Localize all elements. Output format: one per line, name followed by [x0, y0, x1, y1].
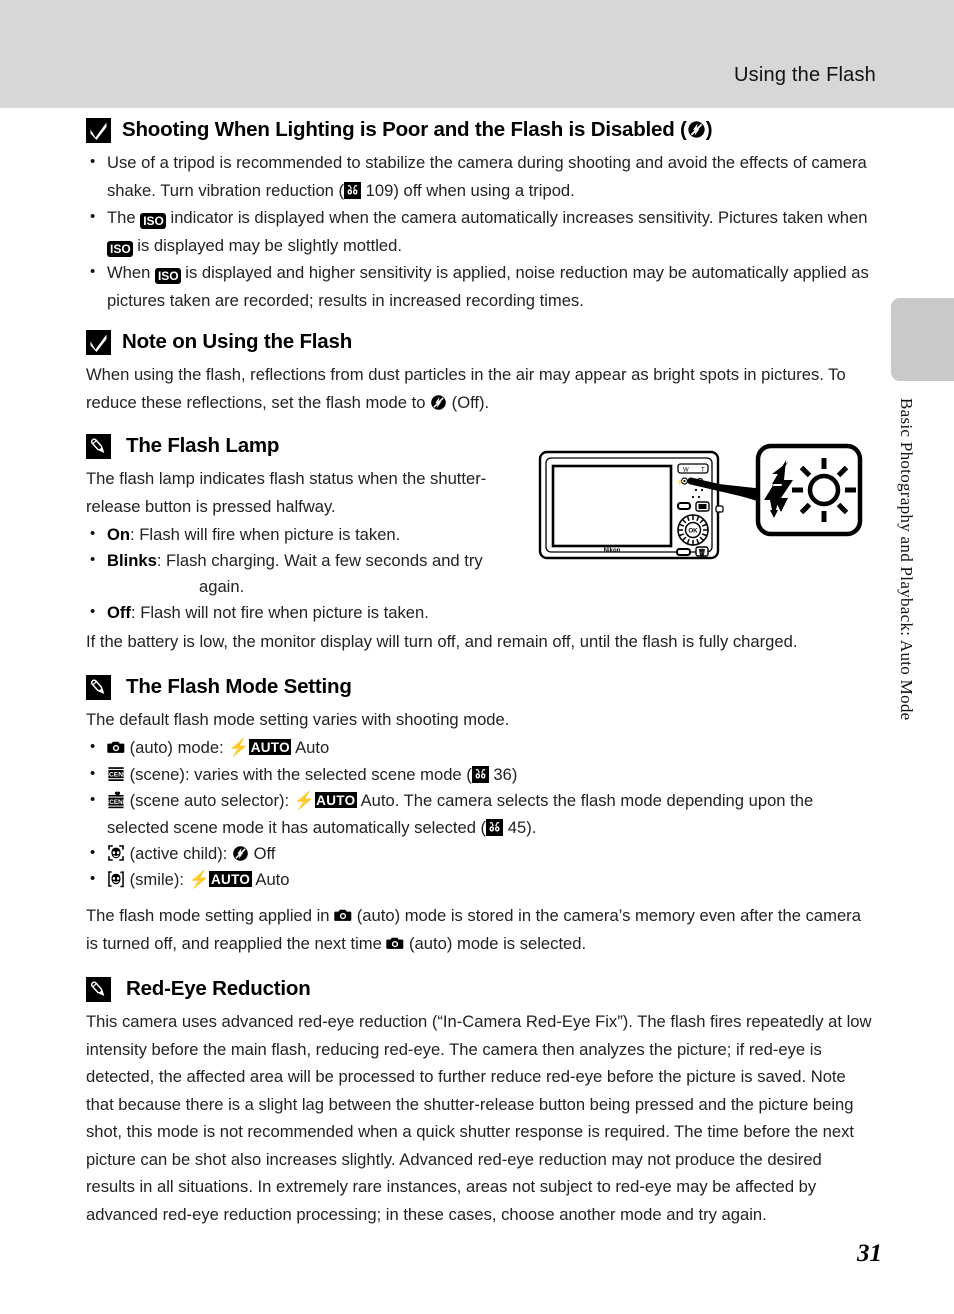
page-content: Shooting When Lighting is Poor and the F… — [86, 118, 872, 1230]
list-item: Off: Flash will not fire when picture is… — [86, 599, 556, 626]
section-1-bullets: Use of a tripod is recommended to stabil… — [86, 148, 872, 314]
list-item: SCENE (scene auto selector): ⚡AUTO Auto.… — [86, 787, 872, 841]
flash-auto-icon: ⚡ AUTO — [293, 791, 357, 810]
section-title: The Flash Lamp — [126, 434, 280, 458]
svg-text:SCENE: SCENE — [107, 772, 125, 779]
list-item: The ISO indicator is displayed when the … — [86, 203, 872, 259]
svg-text:T: T — [701, 468, 705, 474]
scene-auto-selector-icon: SCENE — [105, 791, 128, 810]
flash-lamp-intro: The flash lamp indicates flash status wh… — [86, 469, 487, 516]
flash-mode-intro: The default flash mode setting varies wi… — [86, 709, 510, 729]
flash-mode-list: (auto) mode: ⚡AUTO Auto SCENE (scene): v… — [86, 734, 872, 894]
flash-lamp-status-list: On: Flash will fire when picture is take… — [86, 521, 556, 626]
list-item: (active child): Off — [86, 840, 872, 867]
caution-check-icon — [86, 330, 111, 355]
chapter-tab-label: Basic Photography and Playback: Auto Mod… — [897, 398, 916, 721]
list-item: (smile): ⚡AUTO Auto — [86, 866, 872, 894]
flash-auto-icon: ⚡ AUTO — [228, 738, 292, 757]
page-header-band — [0, 0, 954, 108]
note-pencil-icon — [86, 674, 111, 700]
iso-indicator-icon: ISO — [140, 213, 166, 229]
flash-off-icon — [430, 392, 447, 410]
section-title: Red-Eye Reduction — [126, 977, 311, 1001]
list-item: (auto) mode: ⚡AUTO Auto — [86, 734, 872, 762]
red-eye-paragraph: This camera uses advanced red-eye reduct… — [86, 1012, 872, 1224]
chapter-tab-marker — [891, 298, 954, 381]
page-title: Using the Flash — [734, 64, 876, 86]
flash-lamp-outro: If the battery is low, the monitor displ… — [86, 632, 798, 651]
iso-indicator-icon: ISO — [107, 240, 133, 257]
section-heading-red-eye-reduction: Red-Eye Reduction — [86, 977, 872, 1002]
list-item: When ISO is displayed and higher sensiti… — [86, 258, 872, 314]
brand-label: Nikon — [604, 548, 621, 554]
flash-off-icon — [232, 844, 249, 861]
svg-text:OK: OK — [688, 528, 698, 535]
flash-lamp-callout — [755, 443, 863, 537]
section-heading-note-on-using-the-flash: Note on Using the Flash — [86, 330, 872, 355]
smile-icon — [107, 870, 125, 888]
section-2-paragraph: When using the flash, reflections from d… — [86, 365, 846, 412]
camera-rear-illustration: Nikon W T ⚡ OK 🗑 — [536, 440, 866, 562]
note-pencil-icon — [86, 434, 111, 459]
flash-off-icon — [687, 120, 706, 139]
reference-book-icon — [471, 766, 489, 783]
auto-camera-icon — [107, 738, 125, 756]
section-title: Shooting When Lighting is Poor and the F… — [122, 118, 713, 142]
list-item: On: Flash will fire when picture is take… — [86, 521, 556, 548]
reference-book-icon — [486, 819, 504, 836]
svg-text:SCENE: SCENE — [107, 799, 125, 806]
svg-text:W: W — [683, 468, 689, 474]
section-heading-the-flash-mode-setting: The Flash Mode Setting — [86, 674, 872, 700]
list-item: Use of a tripod is recommended to stabil… — [86, 148, 872, 204]
section-title: The Flash Mode Setting — [126, 674, 352, 698]
note-pencil-icon — [86, 977, 111, 1002]
section-title: Note on Using the Flash — [122, 330, 353, 354]
flash-auto-icon: ⚡ AUTO — [188, 870, 252, 889]
auto-camera-icon — [386, 933, 404, 951]
active-child-icon — [107, 844, 125, 862]
svg-text:⚡: ⚡ — [677, 479, 684, 486]
scene-icon: SCENE — [105, 765, 128, 783]
auto-camera-icon — [334, 905, 352, 923]
reference-book-icon — [344, 181, 362, 199]
section-heading-shooting-when-lighting-is-poor: Shooting When Lighting is Poor and the F… — [86, 118, 872, 143]
page-number: 31 — [857, 1240, 882, 1267]
list-item: SCENE (scene): varies with the selected … — [86, 761, 872, 788]
caution-check-icon — [86, 118, 111, 143]
iso-indicator-icon: ISO — [154, 268, 181, 284]
list-item: Blinks: Flash charging. Wait a few secon… — [86, 547, 556, 600]
flash-mode-outro: The flash mode setting applied in (auto)… — [86, 905, 861, 953]
svg-text:🗑: 🗑 — [698, 549, 706, 557]
